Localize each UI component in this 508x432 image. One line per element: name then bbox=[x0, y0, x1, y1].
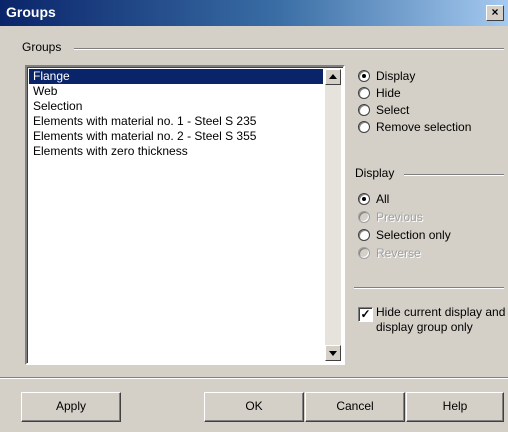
footer-divider bbox=[0, 377, 508, 379]
radio-label: Reverse bbox=[376, 246, 421, 260]
radio-label: Select bbox=[376, 103, 410, 117]
radio-label: Hide bbox=[376, 86, 401, 100]
list-item[interactable]: Web bbox=[29, 84, 57, 99]
list-item[interactable]: Elements with material no. 2 - Steel S 3… bbox=[29, 129, 256, 144]
radio-label: Display bbox=[376, 69, 416, 83]
groups-listbox[interactable]: Flange Web Selection Elements with mater… bbox=[25, 65, 345, 365]
close-button[interactable]: × bbox=[486, 5, 504, 21]
radio-label: Remove selection bbox=[376, 120, 472, 134]
cancel-button[interactable]: Cancel bbox=[305, 392, 405, 422]
hide-current-checkbox[interactable]: ✓ bbox=[358, 307, 373, 322]
radio-icon[interactable] bbox=[358, 229, 370, 241]
radio-icon[interactable] bbox=[358, 87, 370, 99]
list-item[interactable]: Flange bbox=[29, 69, 323, 84]
radio-label: All bbox=[376, 192, 390, 206]
arrow-up-icon bbox=[329, 74, 337, 79]
hide-current-label: Hide current display and display group o… bbox=[376, 305, 506, 334]
radio-label: Selection only bbox=[376, 228, 451, 242]
radio-icon[interactable] bbox=[358, 121, 370, 133]
groups-frame-divider bbox=[74, 48, 504, 50]
ok-button[interactable]: OK bbox=[204, 392, 304, 422]
apply-button[interactable]: Apply bbox=[21, 392, 121, 422]
display-frame-label: Display bbox=[353, 166, 397, 180]
close-icon: × bbox=[491, 5, 499, 19]
groups-dialog: Groups × Groups Flange Web Selection Ele… bbox=[0, 0, 508, 432]
list-item[interactable]: Elements with material no. 1 - Steel S 2… bbox=[29, 114, 256, 129]
radio-icon bbox=[358, 211, 370, 223]
radio-icon[interactable] bbox=[358, 104, 370, 116]
radio-label: Previous bbox=[376, 210, 423, 224]
groups-frame-label: Groups bbox=[20, 40, 64, 54]
list-scrollbar[interactable] bbox=[325, 69, 341, 361]
checkmark-icon: ✓ bbox=[360, 307, 371, 321]
list-item[interactable]: Selection bbox=[29, 99, 82, 114]
radio-icon bbox=[358, 247, 370, 259]
radio-icon[interactable] bbox=[358, 70, 370, 82]
scroll-down-button[interactable] bbox=[325, 345, 341, 361]
window-title: Groups bbox=[6, 4, 56, 20]
help-button[interactable]: Help bbox=[406, 392, 504, 422]
display-frame-divider bbox=[404, 174, 504, 176]
radio-icon[interactable] bbox=[358, 193, 370, 205]
arrow-down-icon bbox=[329, 351, 337, 356]
options-divider bbox=[354, 287, 504, 289]
list-item[interactable]: Elements with zero thickness bbox=[29, 144, 188, 159]
scroll-up-button[interactable] bbox=[325, 69, 341, 85]
title-bar[interactable]: Groups × bbox=[0, 0, 508, 26]
